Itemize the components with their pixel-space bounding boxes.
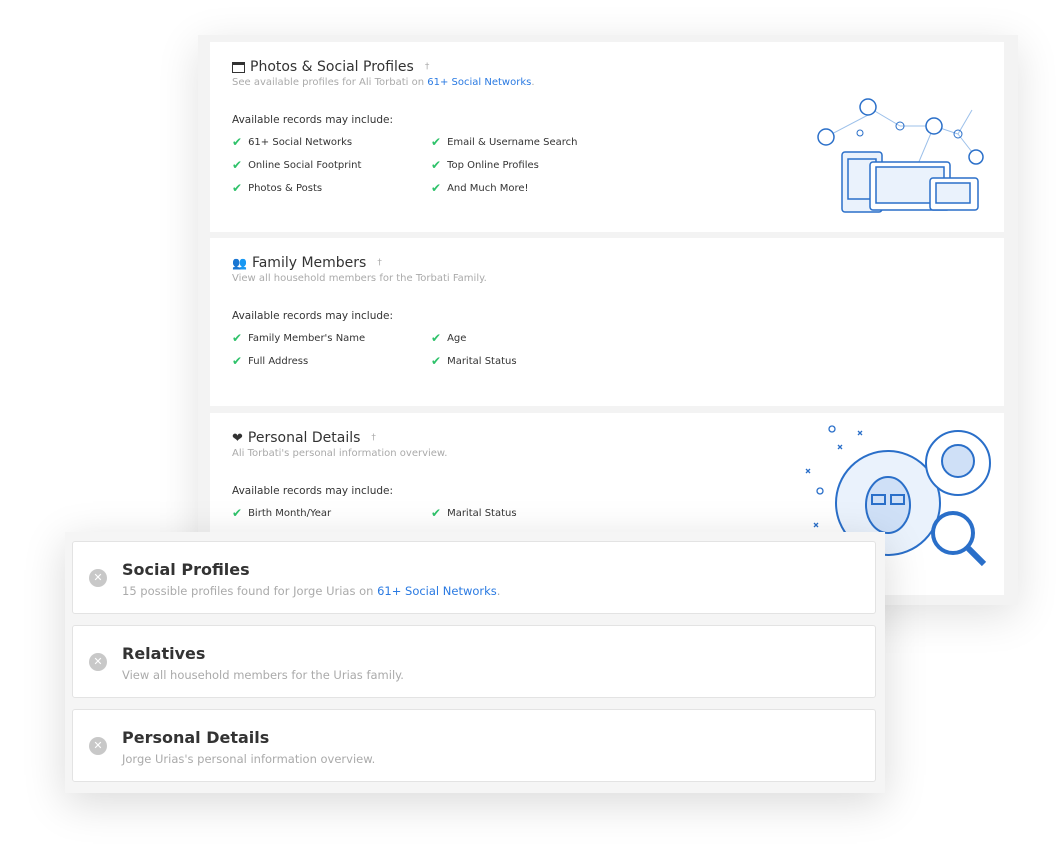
list-item: ✔ Email & Username Search xyxy=(431,135,578,149)
list-item: ✔ 61+ Social Networks xyxy=(232,135,353,149)
list-item: ✔ Family Member's Name xyxy=(232,331,366,345)
list-item: ✔ Full Address xyxy=(232,354,309,368)
result-title: Social Profiles xyxy=(122,560,250,579)
card-title: 👥 Family Members † xyxy=(232,255,382,271)
result-title: Relatives xyxy=(122,644,206,663)
check-icon: ✔ xyxy=(232,331,243,345)
result-subtitle: View all household members for the Urias… xyxy=(122,668,404,682)
result-title: Personal Details xyxy=(122,728,270,747)
relatives-result[interactable]: ✕ Relatives View all household members f… xyxy=(72,625,876,698)
list-item: ✔ Marital Status xyxy=(431,354,517,368)
available-label: Available records may include: xyxy=(232,114,394,126)
background-report-panel: Photos & Social Profiles † See available … xyxy=(198,35,1018,605)
personal-details-result[interactable]: ✕ Personal Details Jorge Urias's persona… xyxy=(72,709,876,782)
check-icon: ✔ xyxy=(431,506,442,520)
card-subtitle: See available profiles for Ali Torbati o… xyxy=(232,77,535,88)
close-circle-icon: ✕ xyxy=(89,569,107,587)
available-label: Available records may include: xyxy=(232,310,394,322)
close-circle-icon: ✕ xyxy=(89,653,107,671)
check-icon: ✔ xyxy=(431,135,442,149)
list-item: ✔ Birth Month/Year xyxy=(232,506,332,520)
result-subtitle: Jorge Urias's personal information overv… xyxy=(122,752,376,766)
check-icon: ✔ xyxy=(431,354,442,368)
list-item: ✔ Marital Status xyxy=(431,506,517,520)
browser-window-icon xyxy=(232,61,245,73)
list-item: ✔ Online Social Footprint xyxy=(232,158,362,172)
check-icon: ✔ xyxy=(431,331,442,345)
records-list: ✔ Birth Month/Year ✔ Marital Status xyxy=(232,505,632,521)
users-icon: 👥 xyxy=(232,256,247,270)
check-icon: ✔ xyxy=(431,181,442,195)
card-title: ❤ Personal Details † xyxy=(232,430,376,446)
social-profiles-result[interactable]: ✕ Social Profiles 15 possible profiles f… xyxy=(72,541,876,614)
list-item: ✔ Photos & Posts xyxy=(232,181,323,195)
available-label: Available records may include: xyxy=(232,485,394,497)
devices-network-illustration xyxy=(817,98,984,213)
card-title: Photos & Social Profiles † xyxy=(232,59,429,75)
check-icon: ✔ xyxy=(232,135,243,149)
check-icon: ✔ xyxy=(232,158,243,172)
close-circle-icon: ✕ xyxy=(89,737,107,755)
search-results-panel: ✕ Social Profiles 15 possible profiles f… xyxy=(65,532,885,793)
list-item: ✔ And Much More! xyxy=(431,181,529,195)
family-members-card: 👥 Family Members † View all household memb… xyxy=(210,238,1004,406)
check-icon: ✔ xyxy=(232,181,243,195)
social-networks-link[interactable]: 61+ Social Networks xyxy=(427,77,531,88)
check-icon: ✔ xyxy=(431,158,442,172)
photos-social-card: Photos & Social Profiles † See available … xyxy=(210,42,1004,232)
social-networks-link[interactable]: 61+ Social Networks xyxy=(377,584,497,598)
card-subtitle: View all household members for the Torba… xyxy=(232,273,487,284)
heart-icon: ❤ xyxy=(232,430,243,446)
result-subtitle: 15 possible profiles found for Jorge Uri… xyxy=(122,584,501,598)
card-subtitle: Ali Torbati's personal information overv… xyxy=(232,448,448,459)
records-list: ✔ Family Member's Name ✔ Age ✔ Full Address… xyxy=(232,330,632,369)
check-icon: ✔ xyxy=(232,506,243,520)
list-item: ✔ Top Online Profiles xyxy=(431,158,539,172)
list-item: ✔ Age xyxy=(431,331,467,345)
check-icon: ✔ xyxy=(232,354,243,368)
records-list: ✔ 61+ Social Networks ✔ Email & Username S… xyxy=(232,134,632,196)
